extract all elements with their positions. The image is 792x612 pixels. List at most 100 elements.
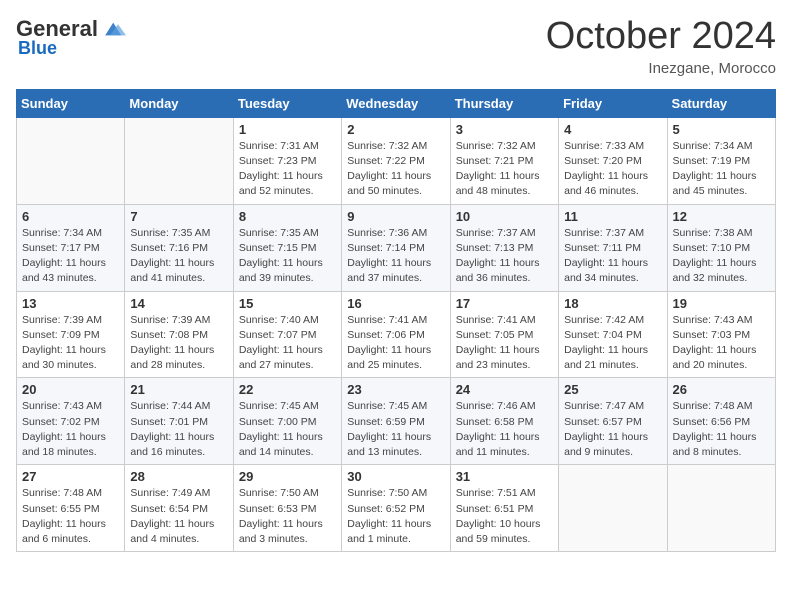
day-detail: Sunrise: 7:37 AM Sunset: 7:13 PM Dayligh…	[456, 226, 553, 287]
day-number: 5	[673, 122, 770, 137]
calendar-cell: 23Sunrise: 7:45 AM Sunset: 6:59 PM Dayli…	[342, 378, 450, 465]
location-subtitle: Inezgane, Morocco	[546, 60, 776, 77]
day-detail: Sunrise: 7:41 AM Sunset: 7:05 PM Dayligh…	[456, 313, 553, 374]
day-number: 25	[564, 382, 661, 397]
column-header-sunday: Sunday	[17, 89, 125, 117]
calendar-table: SundayMondayTuesdayWednesdayThursdayFrid…	[16, 89, 776, 552]
day-detail: Sunrise: 7:48 AM Sunset: 6:56 PM Dayligh…	[673, 399, 770, 460]
day-number: 10	[456, 209, 553, 224]
day-detail: Sunrise: 7:43 AM Sunset: 7:03 PM Dayligh…	[673, 313, 770, 374]
calendar-cell: 25 Sunrise: 7:47 AM Sunset: 6:57 PM Dayli…	[559, 378, 667, 465]
title-area: October 2024 Inezgane, Morocco	[546, 16, 776, 77]
calendar-cell: 9Sunrise: 7:36 AM Sunset: 7:14 PM Daylig…	[342, 204, 450, 291]
day-number: 1	[239, 122, 336, 137]
day-number: 7	[130, 209, 227, 224]
day-detail: Sunrise: 7:51 AM Sunset: 6:51 PM Dayligh…	[456, 486, 553, 547]
calendar-cell: 24 Sunrise: 7:46 AM Sunset: 6:58 PM Dayli…	[450, 378, 558, 465]
day-detail: Sunrise: 7:44 AM Sunset: 7:01 PM Dayligh…	[130, 399, 227, 460]
day-detail: Sunrise: 7:46 AM Sunset: 6:58 PM Dayligh…	[456, 399, 553, 460]
day-number: 17	[456, 296, 553, 311]
day-number: 9	[347, 209, 444, 224]
calendar-cell	[667, 465, 775, 552]
day-number: 15	[239, 296, 336, 311]
day-number: 28	[130, 469, 227, 484]
calendar-cell: 8Sunrise: 7:35 AM Sunset: 7:15 PM Daylig…	[233, 204, 341, 291]
calendar-cell: 16 Sunrise: 7:41 AM Sunset: 7:06 PM Dayli…	[342, 291, 450, 378]
calendar-cell: 7 Sunrise: 7:35 AM Sunset: 7:16 PM Daylig…	[125, 204, 233, 291]
day-detail: Sunrise: 7:42 AM Sunset: 7:04 PM Dayligh…	[564, 313, 661, 374]
page-header: General Blue October 2024 Inezgane, Moro…	[16, 16, 776, 77]
day-detail: Sunrise: 7:39 AM Sunset: 7:09 PM Dayligh…	[22, 313, 119, 374]
calendar-cell: 21 Sunrise: 7:44 AM Sunset: 7:01 PM Dayli…	[125, 378, 233, 465]
calendar-cell: 2 Sunrise: 7:32 AM Sunset: 7:22 PM Daylig…	[342, 117, 450, 204]
calendar-week-row: 27Sunrise: 7:48 AM Sunset: 6:55 PM Dayli…	[17, 465, 776, 552]
day-detail: Sunrise: 7:41 AM Sunset: 7:06 PM Dayligh…	[347, 313, 444, 374]
day-number: 8	[239, 209, 336, 224]
calendar-cell: 5 Sunrise: 7:34 AM Sunset: 7:19 PM Daylig…	[667, 117, 775, 204]
day-number: 26	[673, 382, 770, 397]
day-number: 20	[22, 382, 119, 397]
calendar-cell: 3 Sunrise: 7:32 AM Sunset: 7:21 PM Daylig…	[450, 117, 558, 204]
calendar-cell: 27Sunrise: 7:48 AM Sunset: 6:55 PM Dayli…	[17, 465, 125, 552]
day-detail: Sunrise: 7:47 AM Sunset: 6:57 PM Dayligh…	[564, 399, 661, 460]
month-title: October 2024	[546, 16, 776, 58]
day-detail: Sunrise: 7:33 AM Sunset: 7:20 PM Dayligh…	[564, 139, 661, 200]
day-number: 19	[673, 296, 770, 311]
day-detail: Sunrise: 7:35 AM Sunset: 7:16 PM Dayligh…	[130, 226, 227, 287]
day-detail: Sunrise: 7:45 AM Sunset: 6:59 PM Dayligh…	[347, 399, 444, 460]
day-number: 4	[564, 122, 661, 137]
day-number: 11	[564, 209, 661, 224]
day-number: 21	[130, 382, 227, 397]
calendar-cell: 1 Sunrise: 7:31 AM Sunset: 7:23 PM Daylig…	[233, 117, 341, 204]
calendar-week-row: 13 Sunrise: 7:39 AM Sunset: 7:09 PM Dayli…	[17, 291, 776, 378]
calendar-cell: 29 Sunrise: 7:50 AM Sunset: 6:53 PM Dayli…	[233, 465, 341, 552]
logo-blue-text: Blue	[18, 38, 57, 59]
day-detail: Sunrise: 7:31 AM Sunset: 7:23 PM Dayligh…	[239, 139, 336, 200]
calendar-week-row: 20 Sunrise: 7:43 AM Sunset: 7:02 PM Dayli…	[17, 378, 776, 465]
day-number: 14	[130, 296, 227, 311]
day-number: 6	[22, 209, 119, 224]
day-detail: Sunrise: 7:39 AM Sunset: 7:08 PM Dayligh…	[130, 313, 227, 374]
day-detail: Sunrise: 7:34 AM Sunset: 7:19 PM Dayligh…	[673, 139, 770, 200]
day-detail: Sunrise: 7:50 AM Sunset: 6:53 PM Dayligh…	[239, 486, 336, 547]
calendar-cell: 19 Sunrise: 7:43 AM Sunset: 7:03 PM Dayli…	[667, 291, 775, 378]
calendar-cell	[125, 117, 233, 204]
column-header-wednesday: Wednesday	[342, 89, 450, 117]
calendar-cell	[559, 465, 667, 552]
column-header-tuesday: Tuesday	[233, 89, 341, 117]
day-number: 22	[239, 382, 336, 397]
day-number: 30	[347, 469, 444, 484]
day-number: 29	[239, 469, 336, 484]
day-number: 24	[456, 382, 553, 397]
calendar-cell: 11Sunrise: 7:37 AM Sunset: 7:11 PM Dayli…	[559, 204, 667, 291]
day-detail: Sunrise: 7:45 AM Sunset: 7:00 PM Dayligh…	[239, 399, 336, 460]
day-number: 12	[673, 209, 770, 224]
day-number: 3	[456, 122, 553, 137]
calendar-week-row: 1 Sunrise: 7:31 AM Sunset: 7:23 PM Daylig…	[17, 117, 776, 204]
day-number: 27	[22, 469, 119, 484]
day-detail: Sunrise: 7:32 AM Sunset: 7:21 PM Dayligh…	[456, 139, 553, 200]
calendar-cell: 15Sunrise: 7:40 AM Sunset: 7:07 PM Dayli…	[233, 291, 341, 378]
day-detail: Sunrise: 7:38 AM Sunset: 7:10 PM Dayligh…	[673, 226, 770, 287]
day-number: 2	[347, 122, 444, 137]
calendar-cell: 18 Sunrise: 7:42 AM Sunset: 7:04 PM Dayli…	[559, 291, 667, 378]
day-detail: Sunrise: 7:32 AM Sunset: 7:22 PM Dayligh…	[347, 139, 444, 200]
day-number: 16	[347, 296, 444, 311]
day-detail: Sunrise: 7:43 AM Sunset: 7:02 PM Dayligh…	[22, 399, 119, 460]
calendar-cell: 14 Sunrise: 7:39 AM Sunset: 7:08 PM Dayli…	[125, 291, 233, 378]
calendar-cell: 20 Sunrise: 7:43 AM Sunset: 7:02 PM Dayli…	[17, 378, 125, 465]
day-detail: Sunrise: 7:50 AM Sunset: 6:52 PM Dayligh…	[347, 486, 444, 547]
calendar-cell: 28 Sunrise: 7:49 AM Sunset: 6:54 PM Dayli…	[125, 465, 233, 552]
day-detail: Sunrise: 7:49 AM Sunset: 6:54 PM Dayligh…	[130, 486, 227, 547]
day-number: 18	[564, 296, 661, 311]
calendar-cell	[17, 117, 125, 204]
column-header-saturday: Saturday	[667, 89, 775, 117]
column-header-monday: Monday	[125, 89, 233, 117]
calendar-cell: 26 Sunrise: 7:48 AM Sunset: 6:56 PM Dayli…	[667, 378, 775, 465]
calendar-cell: 17 Sunrise: 7:41 AM Sunset: 7:05 PM Dayli…	[450, 291, 558, 378]
calendar-header-row: SundayMondayTuesdayWednesdayThursdayFrid…	[17, 89, 776, 117]
calendar-week-row: 6 Sunrise: 7:34 AM Sunset: 7:17 PM Daylig…	[17, 204, 776, 291]
day-number: 13	[22, 296, 119, 311]
logo-icon	[102, 19, 126, 39]
day-detail: Sunrise: 7:34 AM Sunset: 7:17 PM Dayligh…	[22, 226, 119, 287]
